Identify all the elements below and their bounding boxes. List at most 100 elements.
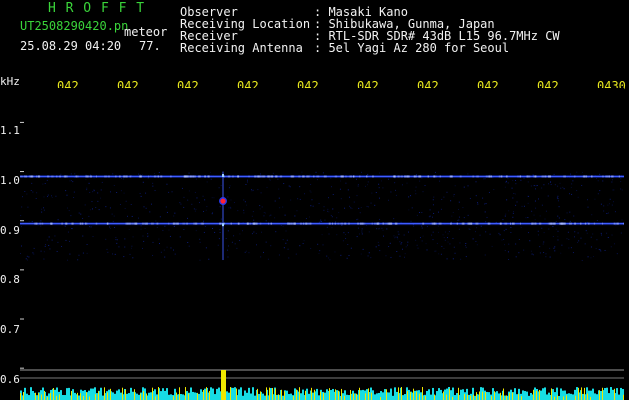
noise-speck [607, 236, 609, 238]
noise-speck [559, 182, 561, 184]
meter-bar [620, 387, 622, 400]
noise-speck [489, 173, 491, 175]
noise-speck [128, 228, 130, 230]
meter-bar [116, 390, 118, 400]
meter-spike [53, 388, 54, 400]
noise-speck [388, 246, 390, 248]
noise-speck [101, 181, 103, 183]
meter-spike [341, 388, 342, 400]
noise-speck [413, 225, 415, 227]
noise-speck [421, 211, 423, 213]
meter-spike [479, 391, 480, 400]
band-speck [574, 222, 577, 225]
band-speck [510, 222, 512, 225]
noise-speck [203, 231, 205, 233]
noise-speck [130, 203, 132, 205]
meter-spike [281, 389, 282, 400]
band-speck [374, 222, 377, 225]
noise-speck [205, 209, 207, 211]
band-speck [519, 222, 522, 225]
noise-speck [382, 229, 384, 231]
noise-speck [393, 235, 395, 237]
meter-bar [180, 394, 182, 400]
meter-bar [290, 393, 292, 400]
band-speck [232, 175, 234, 178]
noise-speck [255, 232, 257, 234]
noise-speck [556, 197, 558, 199]
noise-speck [310, 191, 312, 193]
noise-speck [152, 254, 154, 256]
noise-speck [379, 218, 381, 220]
meter-spike [323, 392, 324, 400]
noise-speck [599, 249, 601, 251]
noise-speck [458, 201, 460, 203]
noise-speck [252, 211, 254, 213]
noise-speck [438, 231, 440, 233]
noise-speck [493, 189, 495, 191]
noise-speck [227, 245, 229, 247]
noise-speck [296, 210, 298, 212]
noise-speck [477, 203, 479, 205]
noise-speck [371, 192, 373, 194]
noise-speck [606, 212, 608, 214]
band-speck [193, 222, 196, 225]
noise-speck [357, 218, 359, 220]
noise-speck [199, 241, 201, 243]
band-speck [347, 222, 351, 225]
meter-bar [118, 389, 120, 400]
meter-bar [254, 395, 256, 400]
noise-speck [530, 250, 532, 252]
noise-speck [587, 256, 589, 258]
noise-speck [44, 183, 46, 185]
meter-spike [410, 392, 411, 400]
noise-speck [112, 220, 114, 222]
meter-spike [299, 387, 300, 400]
noise-speck [428, 216, 430, 218]
datetime-label: 25.08.29 04:20 [20, 39, 122, 53]
meter-bar [570, 393, 572, 400]
noise-speck [270, 245, 272, 247]
noise-speck [290, 199, 292, 201]
noise-speck [389, 242, 391, 244]
band-speck [485, 175, 489, 178]
noise-speck [73, 196, 75, 198]
noise-speck [366, 205, 368, 207]
meter-bar [26, 393, 28, 400]
noise-speck [454, 252, 456, 254]
band-speck [65, 222, 68, 225]
meter-bar [576, 387, 578, 400]
band-speck [504, 222, 508, 225]
meter-bar [560, 388, 562, 400]
meter-bar [90, 388, 92, 400]
noise-speck [311, 199, 313, 201]
noise-speck [367, 181, 369, 183]
noise-speck [208, 258, 210, 260]
noise-speck [332, 208, 334, 210]
meter-spike [458, 387, 459, 400]
noise-speck [284, 214, 286, 216]
noise-speck [265, 241, 267, 243]
noise-speck [566, 238, 568, 240]
noise-speck [278, 254, 280, 256]
noise-speck [310, 247, 312, 249]
band-speck [279, 175, 283, 178]
noise-speck [375, 246, 377, 248]
band-speck [328, 222, 331, 225]
noise-speck [557, 215, 559, 217]
noise-speck [259, 208, 261, 210]
noise-speck [534, 188, 536, 190]
meter-bar [588, 390, 590, 400]
noise-speck [310, 183, 312, 185]
meter-bar [162, 388, 164, 400]
noise-speck [89, 191, 91, 193]
meter-spike [350, 389, 351, 400]
noise-speck [485, 203, 487, 205]
band-speck [141, 222, 145, 225]
meter-bar [226, 391, 228, 400]
antenna-value: : 5el Yagi Az 280 for Seoul [314, 41, 510, 55]
noise-speck [152, 182, 154, 184]
noise-speck [604, 249, 606, 251]
noise-speck [348, 255, 350, 257]
noise-speck [527, 181, 529, 183]
noise-speck [573, 215, 575, 217]
